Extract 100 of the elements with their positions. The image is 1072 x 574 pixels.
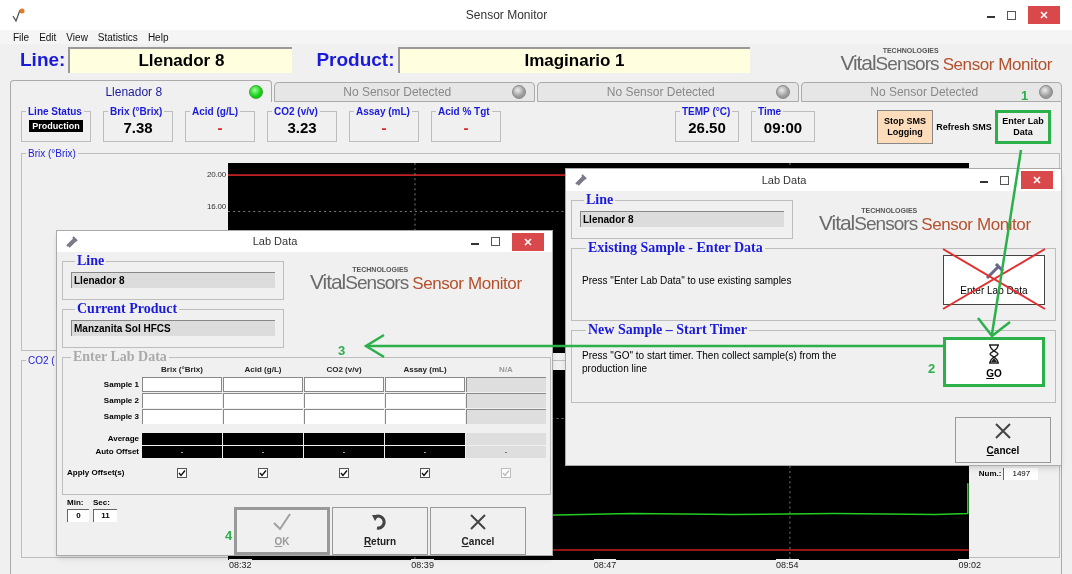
value-input[interactable] — [223, 393, 303, 409]
menu-item[interactable]: View — [66, 29, 88, 45]
dialog-button[interactable]: GO — [943, 337, 1045, 387]
wrench-icon — [65, 235, 79, 248]
product-label: Product: — [316, 47, 395, 72]
maximize-icon[interactable] — [1007, 10, 1016, 20]
num-field: 1497 — [1003, 468, 1039, 480]
status-light-icon — [512, 85, 526, 99]
row-label: Apply Offset(s) — [67, 467, 126, 480]
group-label: Line Status — [27, 105, 83, 119]
value-input[interactable] — [385, 409, 465, 425]
min-field: 0 — [67, 509, 89, 522]
column-header: Brix (°Brix) — [160, 364, 204, 377]
callout-number: 2 — [928, 360, 936, 378]
column-header: Assay (mL) — [402, 364, 448, 377]
menu-item[interactable]: Help — [147, 29, 169, 45]
close-icon — [1040, 11, 1048, 19]
value-input[interactable] — [385, 377, 465, 393]
line-label: Line: — [20, 47, 66, 72]
axis-label: 16.00 — [206, 201, 226, 213]
cancel-button[interactable]: Cancel — [955, 417, 1051, 463]
reading-value: - — [217, 119, 223, 138]
product-field: Imaginario 1 — [397, 47, 750, 73]
value-input[interactable] — [304, 377, 384, 393]
dialog-button[interactable]: Return — [332, 507, 428, 555]
column-header: Acid (g/L) — [243, 364, 283, 377]
close-icon — [1033, 176, 1041, 184]
dialog-button[interactable]: Cancel — [430, 507, 526, 555]
close-button[interactable] — [1028, 6, 1060, 24]
wrench-icon — [574, 174, 588, 186]
hourglass-icon — [988, 343, 1000, 364]
value-input[interactable] — [385, 393, 465, 409]
row-label: Sample 3 — [102, 410, 140, 423]
status-light-icon — [248, 84, 263, 99]
num-label: Num.: — [978, 468, 1002, 480]
value-input[interactable] — [223, 409, 303, 425]
window-title: Sensor Monitor — [464, 7, 549, 24]
group-label: Brix (°Brix) — [27, 147, 77, 161]
status-light-icon — [1039, 85, 1053, 99]
sec-field: 11 — [93, 509, 117, 522]
close-icon — [994, 422, 1012, 440]
row-label: Average — [106, 433, 140, 446]
action-button[interactable]: Enter Lab Data — [995, 110, 1051, 144]
menu-item[interactable]: Edit — [39, 29, 57, 45]
close-icon — [469, 513, 487, 531]
window-title: Lab Data — [251, 234, 299, 250]
reading-value: 3.23 — [287, 119, 317, 138]
close-button[interactable] — [1021, 171, 1053, 189]
value-input[interactable] — [142, 409, 222, 425]
action-button[interactable]: Stop SMS Logging — [877, 110, 933, 144]
group-label: CO2 (v/v) — [273, 105, 319, 119]
group-label: Acid (g/L) — [191, 105, 240, 119]
group-label: Acid % Tgt — [437, 105, 491, 119]
group-label: Line — [76, 254, 106, 269]
reading-value: - — [381, 119, 387, 138]
close-icon — [524, 237, 532, 246]
menu-item[interactable]: Statistics — [97, 29, 138, 45]
logo-brand: Vital — [819, 212, 855, 233]
group-label: Current Product — [76, 302, 179, 317]
line-field: Llenador 8 — [580, 211, 784, 227]
callout-number: 4 — [225, 527, 233, 545]
group-label: Line — [585, 193, 615, 207]
line-field: Llenador 8 — [68, 47, 293, 73]
row-label: Sample 2 — [102, 394, 140, 407]
value-input[interactable] — [142, 377, 222, 393]
callout-number: 3 — [338, 342, 346, 360]
column-header: N/A — [498, 364, 514, 377]
checkbox[interactable] — [177, 468, 187, 479]
row-label: Auto Offset — [94, 446, 140, 459]
group-label: Brix (°Brix) — [109, 105, 164, 119]
undo-icon — [371, 513, 389, 531]
callout-number: 1 — [1021, 87, 1029, 105]
value-input[interactable] — [223, 377, 303, 393]
app-icon — [12, 8, 26, 22]
checkbox[interactable] — [258, 468, 268, 479]
value-input[interactable] — [304, 409, 384, 425]
value-input[interactable] — [142, 393, 222, 409]
group-label: TEMP (°C) — [681, 105, 732, 119]
close-button[interactable] — [512, 232, 544, 251]
logo-product: Sensor Monitor — [412, 275, 522, 293]
min-label: Min: — [67, 497, 85, 509]
sec-label: Sec: — [93, 497, 111, 509]
checkbox[interactable] — [420, 468, 430, 479]
menu-item[interactable]: File — [13, 29, 30, 45]
window-title: Lab Data — [760, 172, 808, 188]
logo-brand: Sensors — [875, 54, 939, 73]
checkbox[interactable] — [339, 468, 349, 479]
group-label: New Sample – Start Timer — [587, 323, 748, 337]
group-label: CO2 ( — [27, 354, 56, 368]
group-label: Existing Sample - Enter Data — [587, 241, 764, 255]
maximize-icon[interactable] — [1000, 175, 1009, 185]
sensor-tab[interactable]: Llenador 8 — [10, 80, 272, 102]
maximize-icon[interactable] — [491, 237, 500, 247]
check-icon — [272, 513, 292, 531]
reading-value: - — [463, 119, 469, 138]
value-input[interactable] — [304, 393, 384, 409]
line-field: Llenador 8 — [71, 272, 275, 289]
axis-label: 20.00 — [206, 169, 226, 181]
logo-brand: Sensors — [345, 273, 409, 293]
status-light-icon — [775, 85, 790, 99]
